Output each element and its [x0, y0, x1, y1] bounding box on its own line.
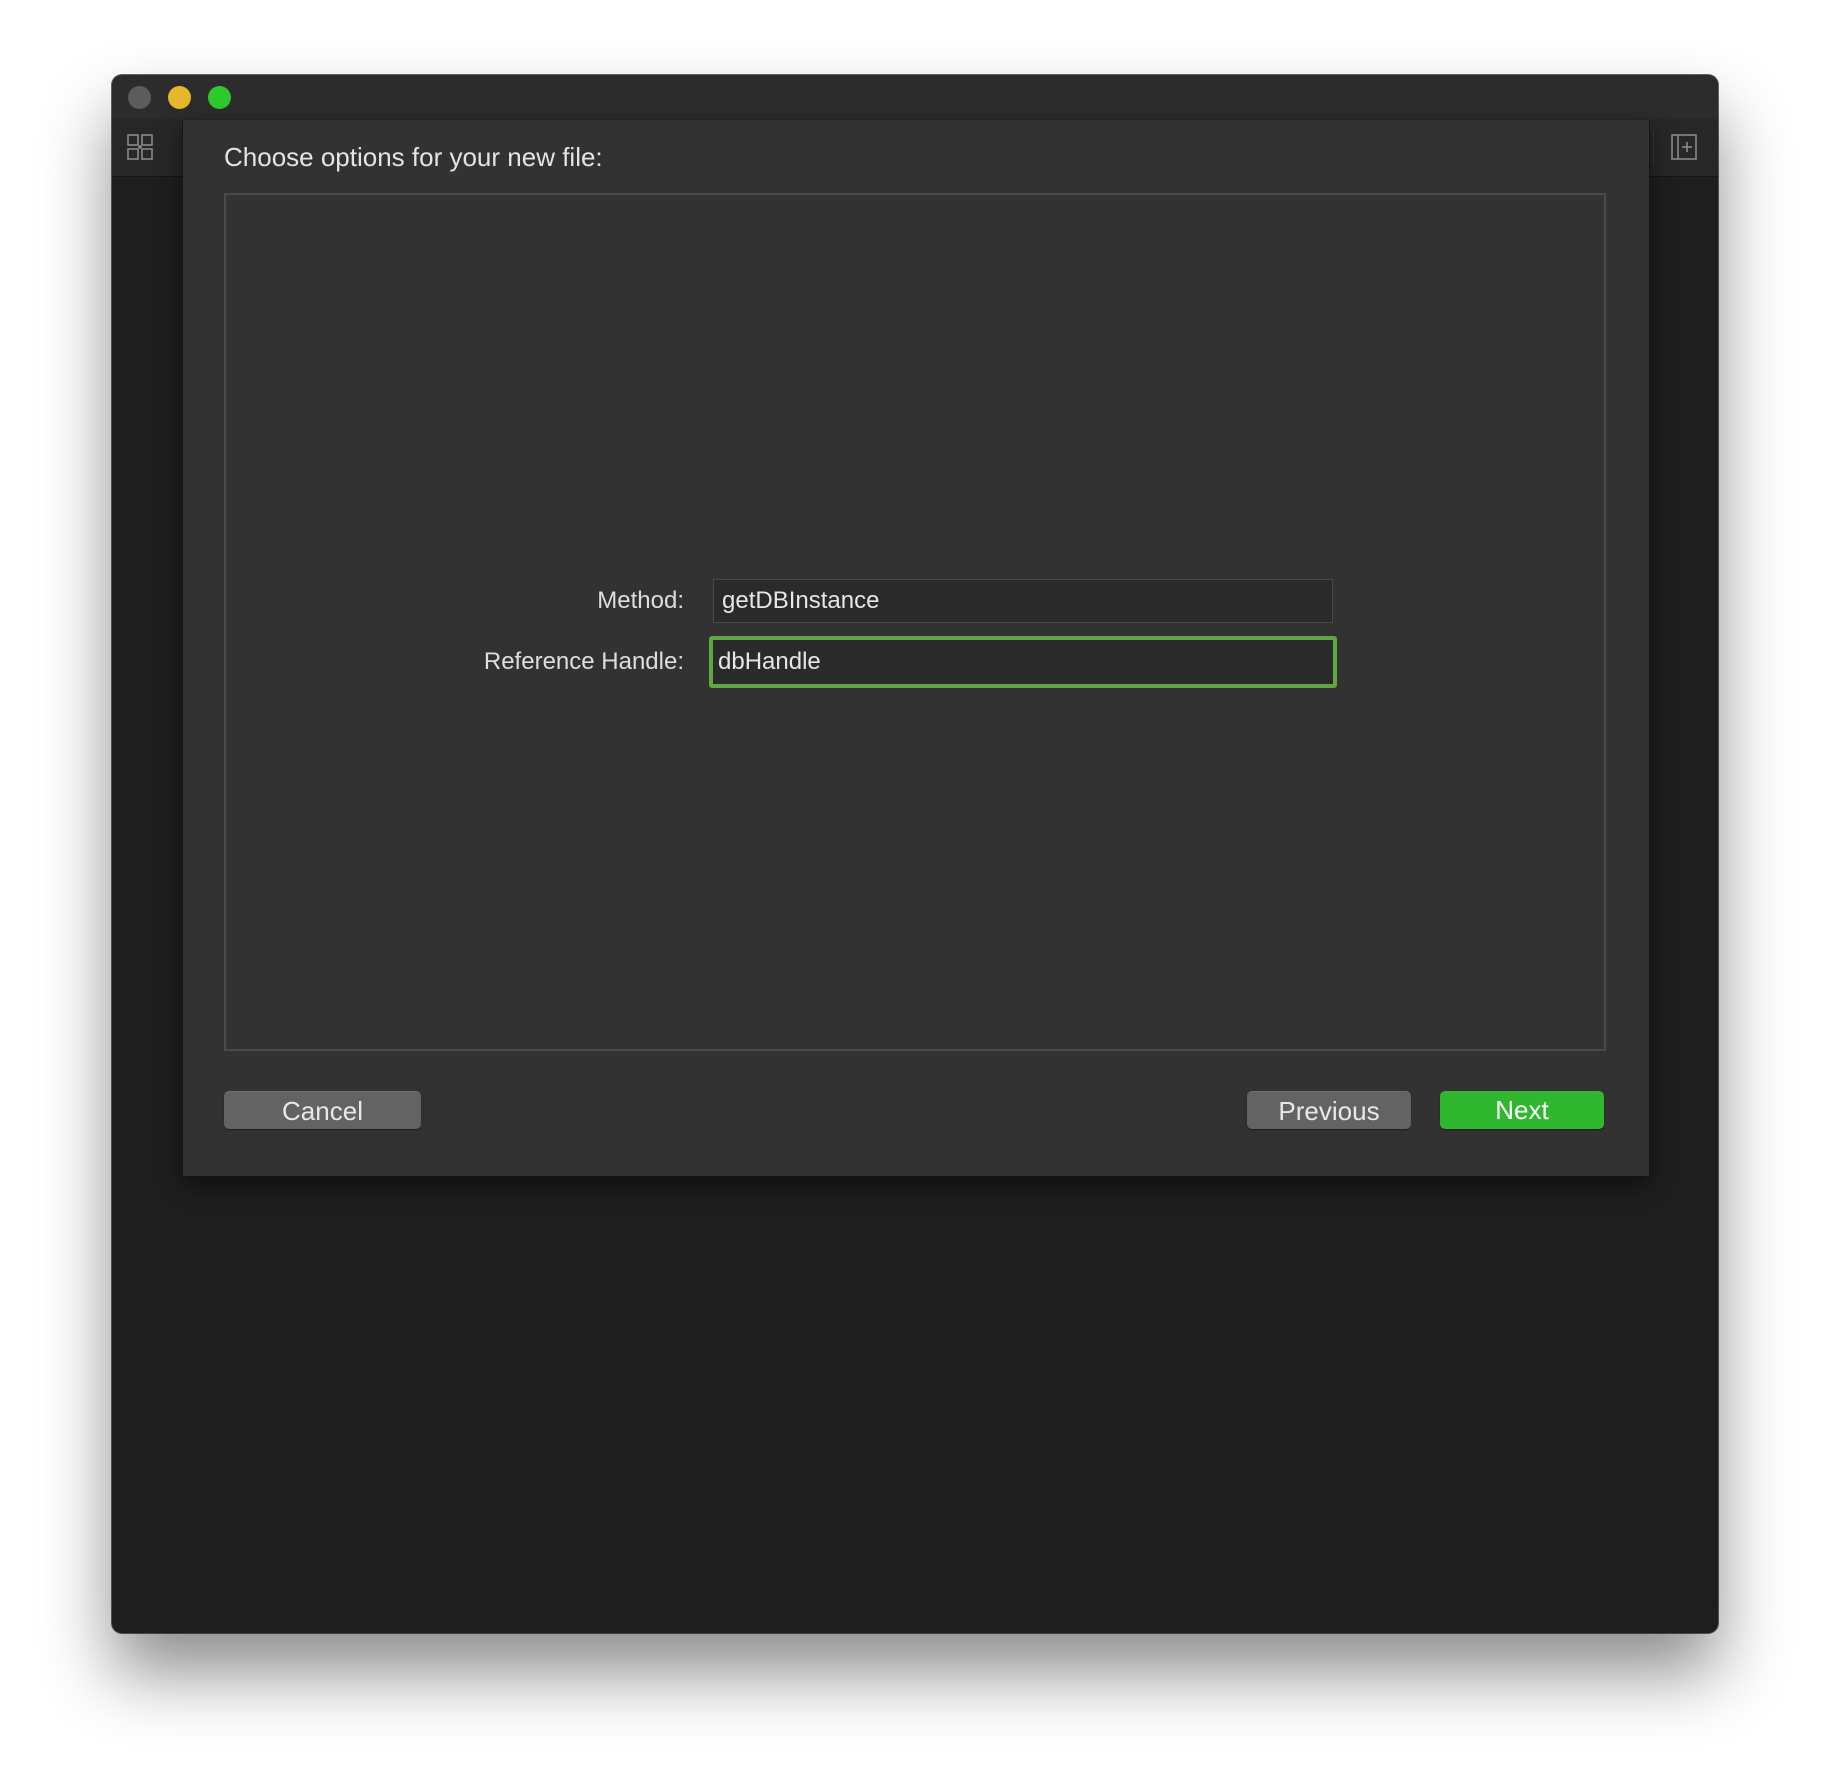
method-field[interactable]	[713, 579, 1333, 623]
app-window: Choose options for your new file: Method…	[112, 75, 1718, 1633]
new-file-options-sheet: Choose options for your new file: Method…	[182, 120, 1650, 1177]
next-button[interactable]: Next	[1440, 1091, 1604, 1129]
minimize-window-button[interactable]	[168, 86, 191, 109]
library-grid-icon[interactable]	[126, 133, 154, 161]
add-panel-icon[interactable]	[1670, 133, 1698, 161]
options-panel: Method: Reference Handle:	[224, 193, 1606, 1051]
reference-handle-field[interactable]	[709, 636, 1337, 688]
title-bar[interactable]	[112, 75, 1718, 120]
close-window-button[interactable]	[128, 86, 151, 109]
reference-handle-label: Reference Handle:	[483, 648, 684, 675]
sheet-title: Choose options for your new file:	[224, 142, 603, 172]
method-row: Method:	[226, 579, 1604, 623]
cancel-button[interactable]: Cancel	[224, 1091, 421, 1129]
zoom-window-button[interactable]	[208, 86, 231, 109]
method-label: Method:	[597, 587, 684, 614]
previous-button[interactable]: Previous	[1247, 1091, 1411, 1129]
reference-handle-row: Reference Handle:	[226, 636, 1604, 688]
toolbar-divider	[1653, 131, 1654, 165]
